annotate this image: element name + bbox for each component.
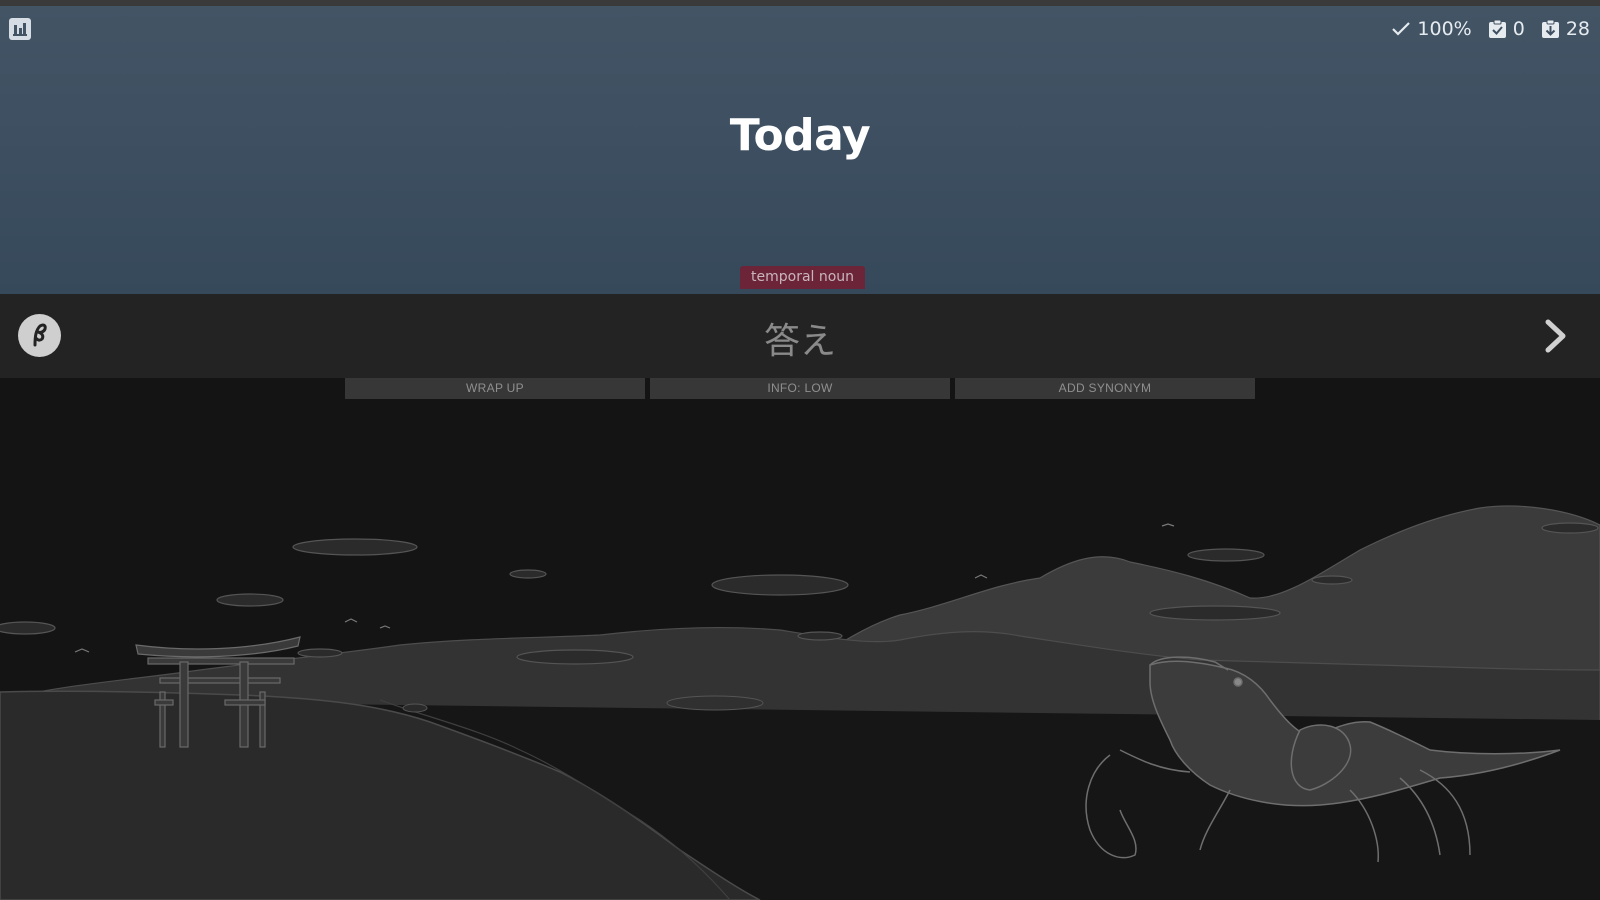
add-synonym-button[interactable]: ADD SYNONYM [955, 378, 1255, 399]
info-button[interactable]: INFO: LOW [650, 378, 950, 399]
scenery-illustration [0, 505, 1600, 900]
review-counters: 100% 0 28 [1391, 16, 1590, 42]
accuracy-counter: 100% [1391, 18, 1472, 40]
question-word: Today [729, 110, 871, 161]
bar-chart-icon[interactable] [9, 18, 31, 40]
additional-actions: WRAP UP INFO: LOW ADD SYNONYM [345, 378, 1255, 399]
completed-counter: 0 [1488, 18, 1525, 40]
inbox-download-icon [1541, 19, 1559, 38]
wrap-up-button[interactable]: WRAP UP [345, 378, 645, 399]
checkbox-done-icon [1488, 19, 1506, 38]
chevron-right-icon[interactable] [1538, 314, 1574, 358]
accuracy-value: 100% [1417, 18, 1472, 40]
review-header: 100% 0 28 Today [0, 6, 1600, 294]
answer-row: 答え [0, 294, 1600, 378]
part-of-speech-badge: temporal noun [740, 266, 866, 289]
remaining-value: 28 [1565, 18, 1590, 40]
answer-input[interactable]: 答え [0, 312, 1600, 364]
completed-value: 0 [1512, 18, 1525, 40]
checkmark-icon [1392, 22, 1411, 36]
remaining-counter: 28 [1541, 18, 1590, 40]
